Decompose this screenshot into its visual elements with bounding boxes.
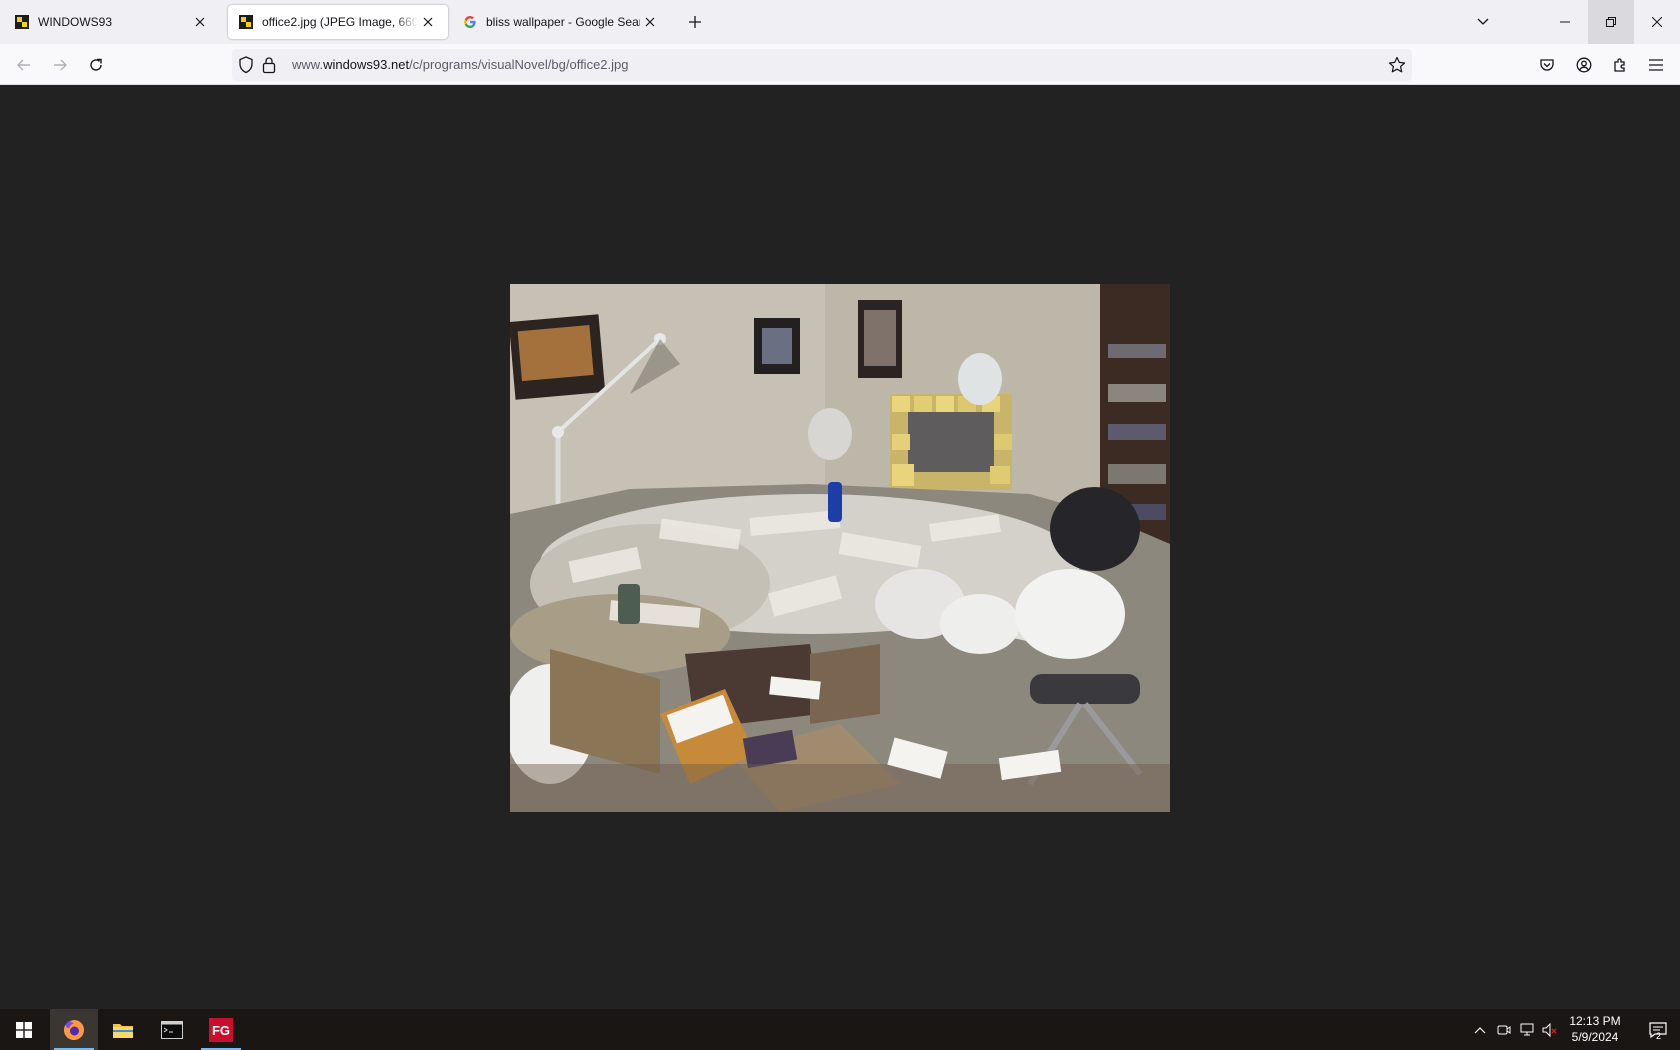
tab-title: office2.jpg (JPEG Image, 660 × 528 pixel… [262, 15, 418, 29]
hamburger-menu-icon [1649, 59, 1663, 71]
tracking-protection-shield-icon[interactable] [238, 56, 254, 77]
navigation-toolbar: www.windows93.net/c/programs/visualNovel… [0, 44, 1680, 85]
url-domain: windows93.net [323, 57, 410, 72]
taskbar-fg-app[interactable]: FG [197, 1009, 245, 1050]
google-g-icon [462, 14, 478, 30]
file-explorer-icon [113, 1023, 133, 1038]
account-button[interactable] [1571, 52, 1597, 78]
arrow-right-icon [54, 59, 67, 71]
windows93-favicon-icon [238, 14, 254, 30]
reload-icon [90, 58, 102, 71]
bookmark-star-icon[interactable] [1388, 56, 1406, 77]
tab-windows93[interactable]: WINDOWS93 [4, 5, 220, 39]
fg-app-label: FG [212, 1023, 230, 1038]
arrow-left-icon [17, 59, 30, 71]
tab-bliss-wallpaper[interactable]: bliss wallpaper - Google Search [452, 5, 670, 39]
tab-title: bliss wallpaper - Google Search [486, 15, 640, 29]
puzzle-piece-icon [1614, 58, 1625, 72]
restore-window-button[interactable] [1588, 0, 1634, 44]
pocket-icon [1540, 59, 1554, 71]
minimize-icon [1560, 21, 1570, 23]
tray-volume[interactable] [1538, 1009, 1562, 1050]
new-tab-button[interactable] [684, 11, 706, 33]
list-all-tabs-button[interactable] [1472, 11, 1494, 33]
chevron-down-icon [1477, 18, 1489, 25]
close-tab-icon[interactable] [418, 12, 438, 32]
close-window-button[interactable] [1634, 0, 1680, 44]
camera-icon [1497, 1025, 1511, 1034]
volume-muted-icon [1542, 1022, 1557, 1037]
account-icon [1576, 57, 1592, 73]
taskbar-firefox[interactable] [50, 1009, 98, 1050]
clock-time: 12:13 PM [1569, 1014, 1621, 1028]
terminal-icon [161, 1020, 183, 1039]
url-prefix: www. [292, 57, 324, 72]
firefox-icon [64, 1019, 84, 1040]
pocket-button[interactable] [1534, 52, 1560, 78]
tab-office2-image[interactable]: office2.jpg (JPEG Image, 660 × 528 pixel… [228, 5, 448, 39]
action-center-button[interactable] [1636, 1009, 1680, 1050]
tray-meet-now[interactable] [1492, 1009, 1516, 1050]
windows93-favicon-icon [14, 14, 30, 30]
office-photo[interactable] [510, 284, 1170, 812]
extensions-button[interactable] [1607, 52, 1633, 78]
network-icon [1520, 1023, 1534, 1035]
application-menu-button[interactable] [1643, 52, 1669, 78]
windows-start-icon [16, 1021, 32, 1038]
plus-icon [689, 16, 701, 28]
tab-title: WINDOWS93 [38, 15, 113, 29]
minimize-window-button[interactable] [1542, 0, 1588, 44]
tray-network[interactable] [1516, 1009, 1540, 1050]
windows-taskbar: FG 12:13 PM 5/9/2024 2 [0, 1009, 1680, 1050]
close-icon [1652, 17, 1662, 27]
taskbar-terminal[interactable] [148, 1009, 196, 1050]
lock-icon[interactable] [262, 56, 276, 77]
url-text[interactable]: www.windows93.net/c/programs/visualNovel… [292, 57, 629, 72]
address-bar[interactable]: www.windows93.net/c/programs/visualNovel… [232, 49, 1412, 81]
chevron-up-icon [1474, 1026, 1486, 1033]
restore-icon [1606, 17, 1616, 27]
fg-app-icon: FG [209, 1017, 233, 1042]
start-button[interactable] [0, 1009, 48, 1050]
show-hidden-icons-button[interactable] [1466, 1009, 1494, 1050]
image-viewer [0, 85, 1680, 1009]
office-photo-illustration [510, 284, 1170, 812]
taskbar-file-explorer[interactable] [99, 1009, 147, 1050]
back-button[interactable] [11, 52, 37, 78]
clock-date: 5/9/2024 [1571, 1030, 1619, 1044]
url-path: /c/programs/visualNovel/bg/office2.jpg [409, 57, 629, 72]
reload-button[interactable] [83, 52, 109, 78]
forward-button[interactable] [47, 52, 73, 78]
system-clock[interactable]: 12:13 PM 5/9/2024 [1560, 1013, 1630, 1045]
close-tab-icon[interactable] [640, 12, 660, 32]
notification-count: 2 [1656, 1031, 1662, 1041]
tab-strip: WINDOWS93 office2.jpg (JPEG Image, 660 ×… [0, 0, 1680, 44]
close-tab-icon[interactable] [190, 12, 210, 32]
